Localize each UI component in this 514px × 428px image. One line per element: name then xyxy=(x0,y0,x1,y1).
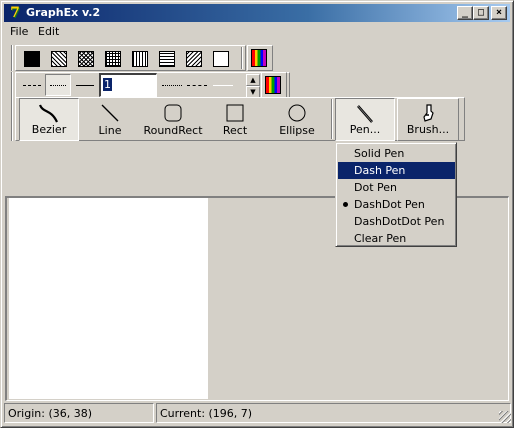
ellipse-icon xyxy=(288,104,306,122)
toolbar-separator xyxy=(331,99,333,139)
window-title: GraphEx v.2 xyxy=(26,6,101,19)
app-window: 7 GraphEx v.2 _ □ × File Edit 1 ▲ ▼ Bezi… xyxy=(0,0,514,428)
menu-item-dash-pen[interactable]: Dash Pen xyxy=(338,162,455,179)
color-palette-icon xyxy=(265,76,281,94)
menu-item-dot-pen[interactable]: Dot Pen xyxy=(338,179,455,196)
tool-rect-button[interactable]: Rect xyxy=(207,98,263,141)
line-icon xyxy=(101,104,119,122)
tool-line-label: Line xyxy=(98,124,122,137)
pen-style-menu: Solid Pen Dash Pen Dot Pen DashDot Pen D… xyxy=(335,142,457,247)
close-button[interactable]: × xyxy=(491,6,507,20)
spin-up-button[interactable]: ▲ xyxy=(246,74,260,86)
tool-brush-label: Brush... xyxy=(406,123,450,136)
tool-ellipse-label: Ellipse xyxy=(279,124,315,137)
brush-style-toolbar xyxy=(15,45,246,71)
toolbar-grip[interactable] xyxy=(11,97,13,141)
rect-icon xyxy=(226,104,244,122)
menu-item-clear-pen[interactable]: Clear Pen xyxy=(338,230,455,247)
title-bar[interactable]: 7 GraphEx v.2 _ □ × xyxy=(4,4,510,22)
tool-line-button[interactable]: Line xyxy=(81,98,139,141)
pen-icon xyxy=(357,105,373,123)
brush-solid-swatch[interactable] xyxy=(24,51,40,67)
brush-icon xyxy=(423,104,434,122)
roundrect-icon xyxy=(164,104,182,122)
menu-item-dashdotdot-pen[interactable]: DashDotDot Pen xyxy=(338,213,455,230)
brush-clear-swatch[interactable] xyxy=(213,51,229,67)
tool-bezier-button[interactable]: Bezier xyxy=(19,98,79,141)
tool-rect-label: Rect xyxy=(222,124,248,137)
menu-edit[interactable]: Edit xyxy=(38,25,59,38)
brush-diagonal-swatch[interactable] xyxy=(186,51,202,67)
pen-style-dashdotdot-icon[interactable] xyxy=(187,85,207,86)
menu-file[interactable]: File xyxy=(10,25,28,38)
tool-brush-button[interactable]: Brush... xyxy=(397,98,459,141)
color-palette-icon xyxy=(251,49,267,67)
tool-pen-button[interactable]: Pen... xyxy=(335,98,395,141)
tool-ellipse-button[interactable]: Ellipse xyxy=(265,98,329,141)
brush-grid-swatch[interactable] xyxy=(105,51,121,67)
status-current: Current: (196, 7) xyxy=(156,403,511,423)
brush-diagonal-cross-swatch[interactable] xyxy=(51,51,67,67)
radio-bullet-icon xyxy=(343,202,348,207)
pen-color-button[interactable] xyxy=(261,72,287,98)
tool-pen-label: Pen... xyxy=(349,123,381,136)
brush-vertical-swatch[interactable] xyxy=(132,51,148,67)
menu-bar: File Edit xyxy=(5,23,509,42)
brush-horizontal-swatch[interactable] xyxy=(159,51,175,67)
brush-cross-hatch-swatch[interactable] xyxy=(78,51,94,67)
pen-style-dashdot-icon xyxy=(50,85,66,86)
tool-bezier-label: Bezier xyxy=(31,123,67,136)
minimize-button[interactable]: _ xyxy=(457,6,473,20)
pen-style-solid-icon[interactable] xyxy=(76,85,94,86)
tool-roundrect-label: RoundRect xyxy=(143,124,203,137)
toolbar-grip[interactable] xyxy=(11,45,13,71)
graphex-app-icon[interactable]: 7 xyxy=(7,5,23,21)
menu-item-solid-pen[interactable]: Solid Pen xyxy=(338,145,455,162)
tool-roundrect-button[interactable]: RoundRect xyxy=(141,98,205,141)
resize-grip-icon[interactable] xyxy=(499,411,511,423)
drawing-canvas[interactable] xyxy=(9,198,208,399)
toolbar-grip[interactable] xyxy=(11,72,13,98)
menu-item-dashdot-pen[interactable]: DashDot Pen xyxy=(338,196,455,213)
pen-width-input[interactable]: 1 xyxy=(99,73,157,97)
bezier-icon xyxy=(38,104,58,123)
pen-style-clear-icon[interactable] xyxy=(213,85,233,86)
toolbar-separator xyxy=(241,47,243,69)
pen-style-dashdot-button[interactable] xyxy=(45,74,71,96)
status-origin: Origin: (36, 38) xyxy=(4,403,154,423)
brush-color-button[interactable] xyxy=(247,45,273,71)
maximize-button[interactable]: □ xyxy=(473,6,489,20)
pen-style-dot-icon[interactable] xyxy=(162,85,182,86)
pen-style-dash-icon[interactable] xyxy=(23,85,41,86)
